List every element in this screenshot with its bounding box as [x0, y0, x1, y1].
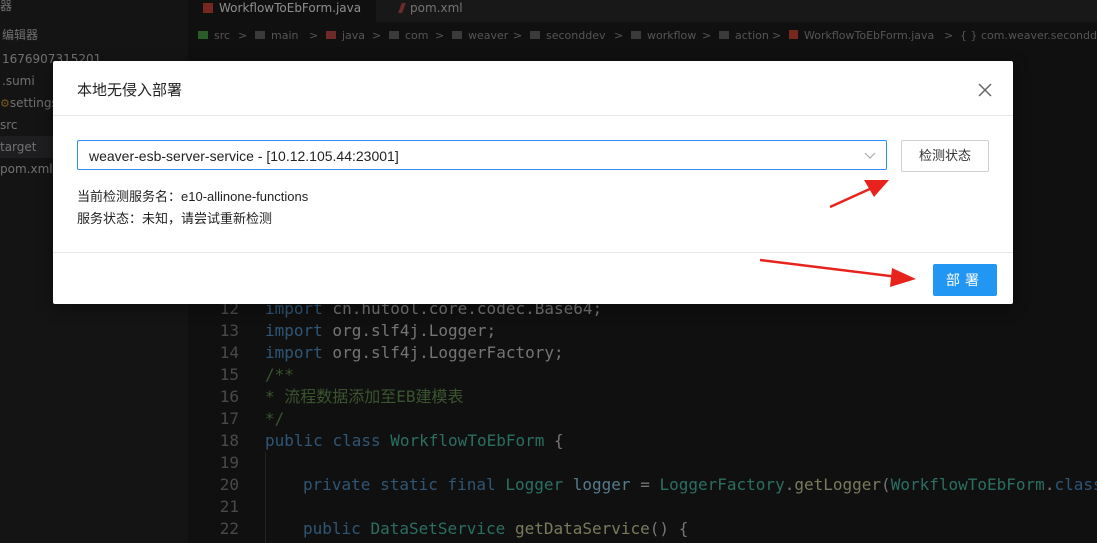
service-name-label: 当前检测服务名：e10-allinone-functions	[77, 189, 309, 204]
check-status-button[interactable]: 检测状态	[901, 140, 989, 172]
service-status-label: 服务状态：未知，请尝试重新检测	[77, 211, 273, 226]
dialog-header: 本地无侵入部署	[53, 61, 1013, 116]
deploy-button[interactable]: 部署	[933, 264, 997, 296]
service-select-value: weaver-esb-server-service - [10.12.105.4…	[89, 148, 399, 164]
service-select[interactable]: weaver-esb-server-service - [10.12.105.4…	[77, 140, 887, 170]
dialog-title: 本地无侵入部署	[77, 82, 183, 99]
close-button[interactable]	[973, 78, 997, 102]
deploy-dialog: 本地无侵入部署 weaver-esb-server-service - [10.…	[53, 61, 1013, 304]
chevron-down-icon	[864, 152, 876, 159]
dialog-footer: 部署	[53, 252, 1013, 305]
close-icon	[978, 83, 992, 97]
